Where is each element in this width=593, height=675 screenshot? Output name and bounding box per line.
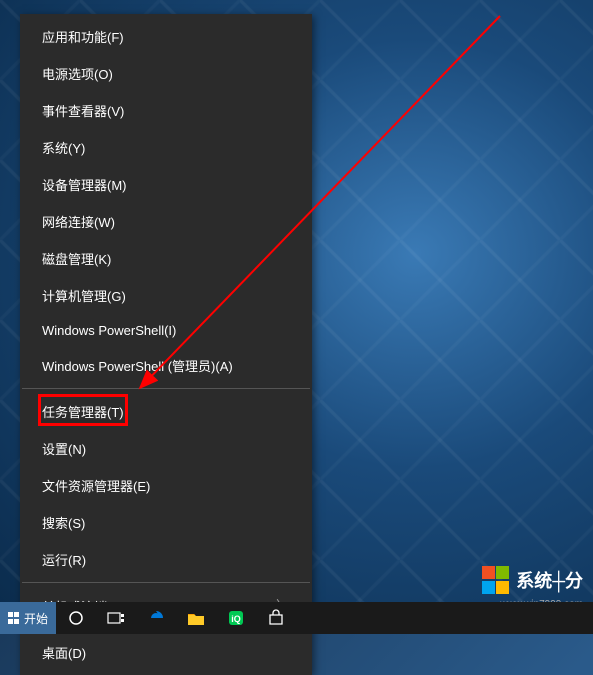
menu-item-search[interactable]: 搜索(S) [20,504,312,541]
menu-item-file-explorer[interactable]: 文件资源管理器(E) [20,467,312,504]
menu-item-label: 磁盘管理(K) [42,249,111,268]
menu-item-label: 应用和功能(F) [42,27,124,46]
menu-item-powershell[interactable]: Windows PowerShell(I) [20,314,312,347]
menu-item-label: 搜索(S) [42,513,85,532]
taskbar-icon-taskview[interactable] [96,602,136,634]
menu-item-run[interactable]: 运行(R) [20,541,312,578]
taskbar-icon-cortana[interactable] [56,602,96,634]
svg-text:iQ: iQ [231,614,241,624]
start-button[interactable]: 开始 [0,602,56,634]
folder-icon [187,611,205,626]
watermark-brand: 系统┼分 [482,566,583,594]
menu-item-label: 桌面(D) [42,643,86,662]
menu-item-label: 网络连接(W) [42,212,115,231]
menu-item-label: 设备管理器(M) [42,175,127,194]
menu-item-powershell-admin[interactable]: Windows PowerShell (管理员)(A) [20,347,312,384]
menu-item-label: 任务管理器(T) [42,402,124,421]
menu-item-device-manager[interactable]: 设备管理器(M) [20,166,312,203]
circle-icon [68,610,84,626]
menu-item-power-options[interactable]: 电源选项(O) [20,55,312,92]
menu-item-label: Windows PowerShell(I) [42,323,176,338]
taskbar-icon-app1[interactable]: iQ [216,602,256,634]
menu-separator [22,388,310,389]
menu-item-label: 设置(N) [42,439,86,458]
taskview-icon [107,611,125,625]
watermark-text: 系统┼分 [516,567,583,593]
menu-item-label: 事件查看器(V) [42,101,124,120]
edge-icon [147,609,165,627]
app-icon: iQ [227,609,245,627]
menu-item-label: 计算机管理(G) [42,286,126,305]
menu-item-label: 电源选项(O) [42,64,113,83]
menu-item-desktop[interactable]: 桌面(D) [20,634,312,671]
start-label: 开始 [24,610,48,627]
menu-item-disk-management[interactable]: 磁盘管理(K) [20,240,312,277]
taskbar-icon-store[interactable] [256,602,296,634]
winx-context-menu: 应用和功能(F) 电源选项(O) 事件查看器(V) 系统(Y) 设备管理器(M)… [20,14,312,675]
menu-item-apps-features[interactable]: 应用和功能(F) [20,18,312,55]
menu-item-label: 系统(Y) [42,138,85,157]
taskbar-icon-explorer[interactable] [176,602,216,634]
menu-item-label: Windows PowerShell (管理员)(A) [42,356,233,375]
taskbar: 开始 iQ [0,602,593,634]
menu-separator [22,582,310,583]
menu-item-system[interactable]: 系统(Y) [20,129,312,166]
menu-item-network-connections[interactable]: 网络连接(W) [20,203,312,240]
menu-item-label: 运行(R) [42,550,86,569]
taskbar-icon-edge[interactable] [136,602,176,634]
menu-item-computer-management[interactable]: 计算机管理(G) [20,277,312,314]
windows-logo-icon [482,566,510,594]
store-icon [267,609,285,627]
menu-item-task-manager[interactable]: 任务管理器(T) [20,393,312,430]
windows-start-icon [8,612,20,624]
menu-item-settings[interactable]: 设置(N) [20,430,312,467]
menu-item-label: 文件资源管理器(E) [42,476,150,495]
menu-item-event-viewer[interactable]: 事件查看器(V) [20,92,312,129]
